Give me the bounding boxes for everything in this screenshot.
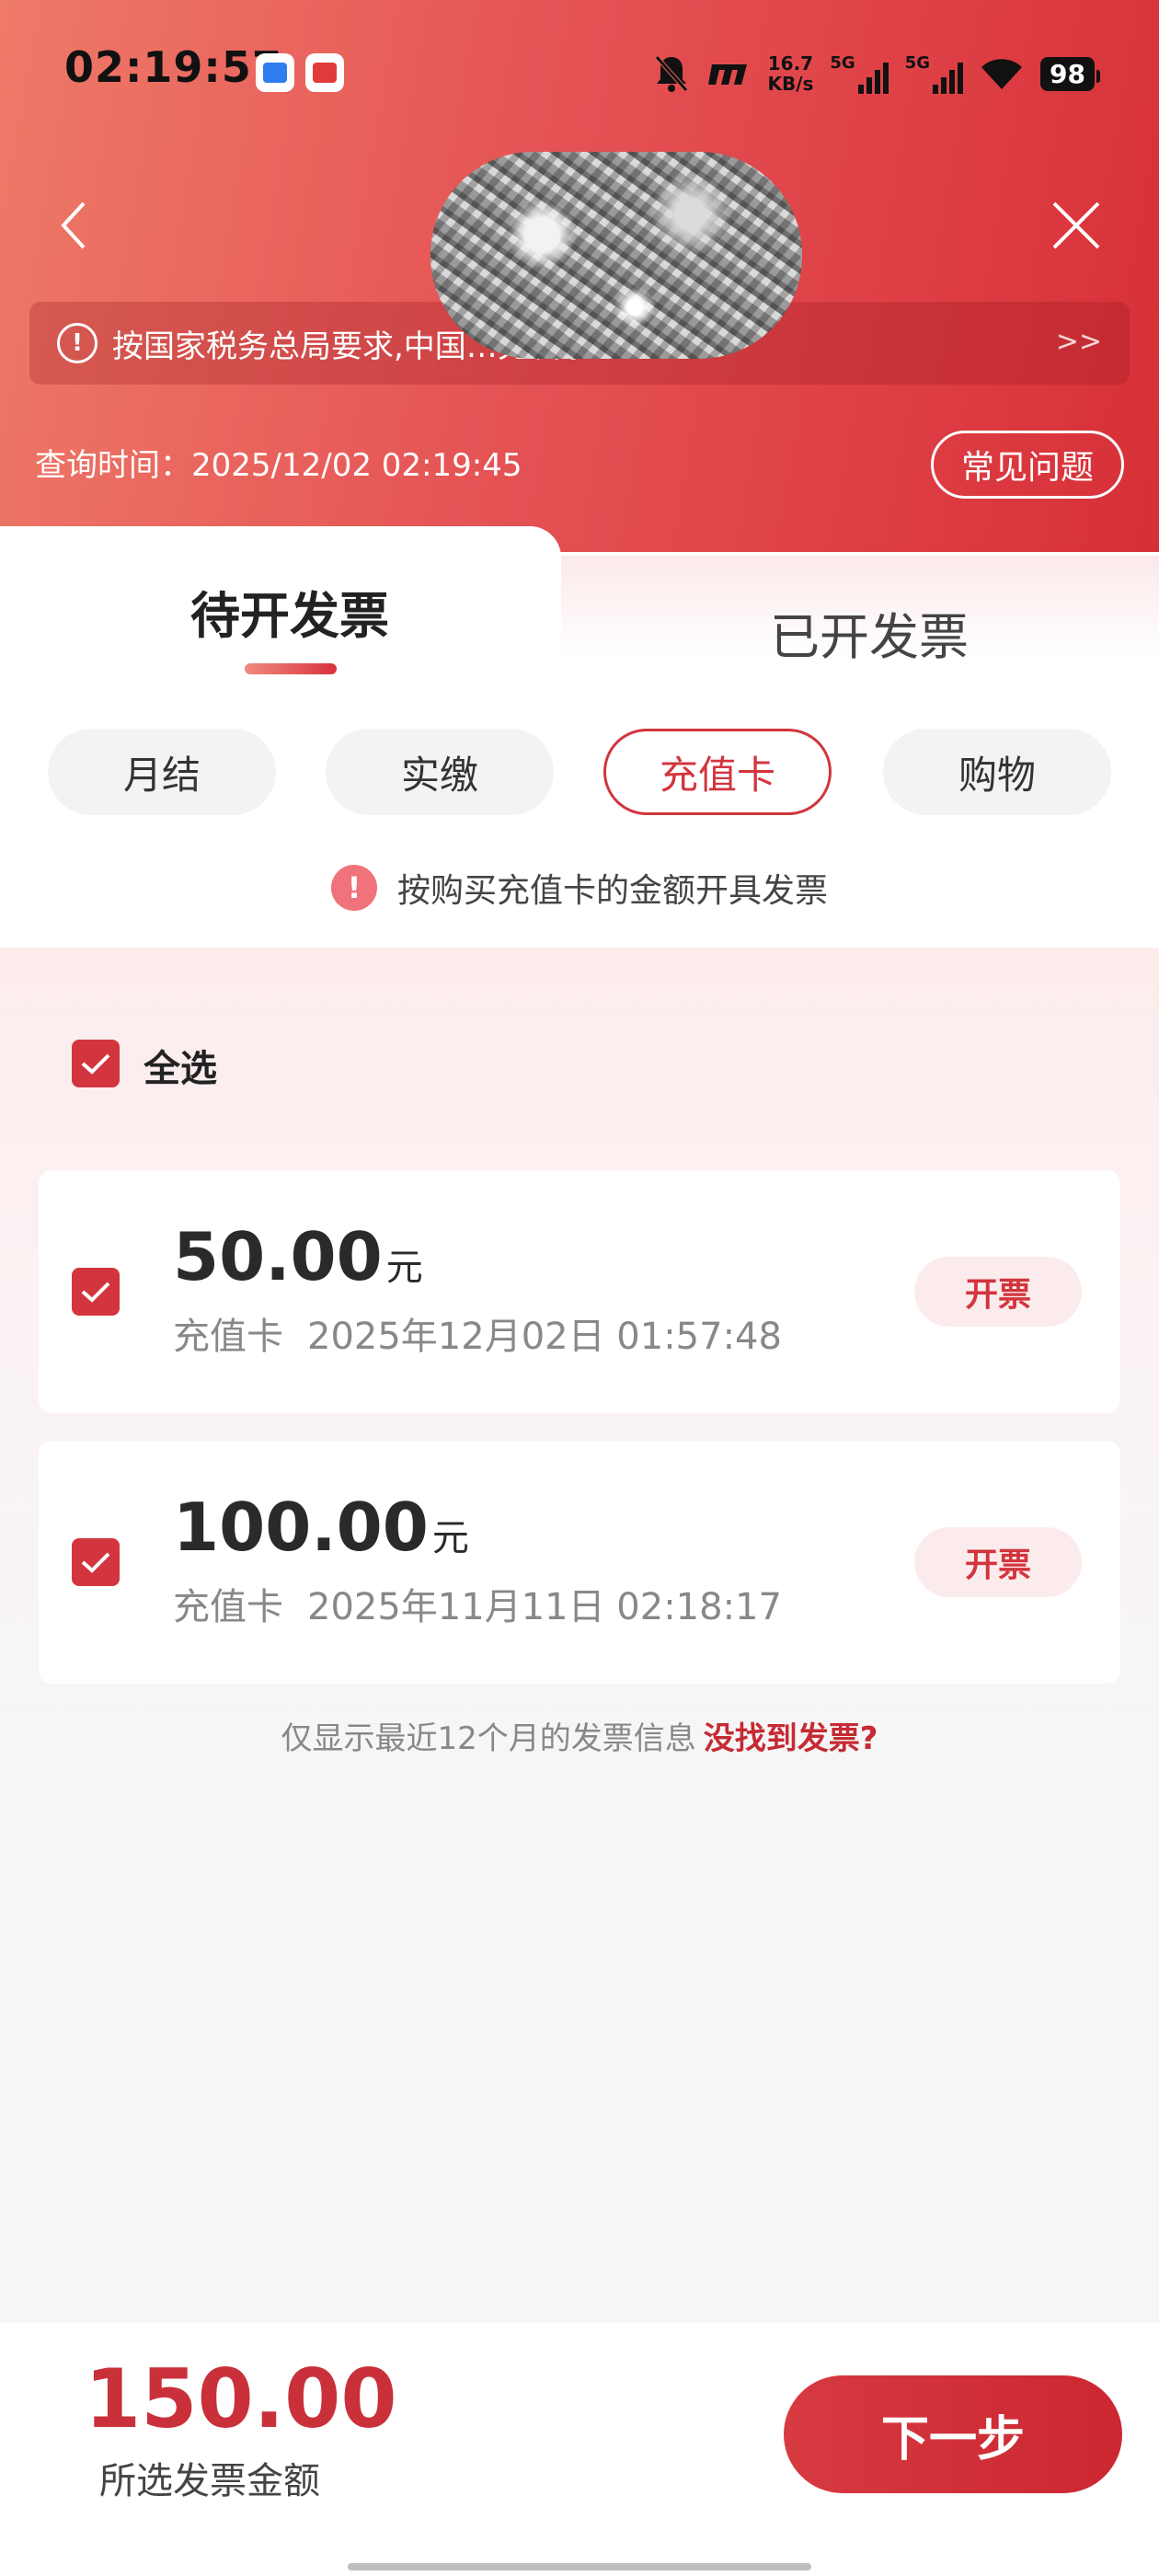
status-time: 02:19:57 [64, 42, 282, 92]
missing-invoice-link[interactable]: 没找到发票? [704, 1720, 878, 1757]
invoice-record-card[interactable]: 50.00 元 充值卡 2025年12月02日 01:57:48 开票 [39, 1170, 1120, 1413]
selected-total-label: 所选发票金额 [99, 2460, 320, 2502]
category-hint: ! 按购买充值卡的金额开具发票 [0, 860, 1159, 915]
home-indicator[interactable] [348, 2563, 811, 2570]
checkmark-icon [81, 1552, 110, 1573]
battery-indicator: 98 [1040, 56, 1100, 91]
invoice-record-card[interactable]: 100.00 元 充值卡 2025年11月11日 02:18:17 开票 [39, 1441, 1120, 1684]
checkmark-icon [81, 1282, 110, 1303]
payment-app-icon [305, 53, 344, 92]
back-button[interactable] [46, 189, 101, 262]
record-amount-unit: 元 [385, 1247, 423, 1289]
history-note-text: 仅显示最近12个月的发票信息 [281, 1720, 696, 1757]
carrier-logo-icon [708, 64, 748, 85]
signal-bars-icon [933, 63, 964, 94]
record-datetime: 2025年11月11日 02:18:17 [307, 1586, 782, 1628]
signal-2-label: 5G [904, 53, 931, 73]
query-time-value: 2025/12/02 02:19:45 [191, 447, 522, 484]
record-type: 充值卡 [173, 1586, 283, 1628]
hint-text: 按购买充值卡的金额开具发票 [396, 872, 828, 910]
mute-bell-icon [655, 55, 689, 92]
notification-app-icon [256, 53, 294, 92]
chevron-left-icon [61, 201, 86, 249]
issue-invoice-button[interactable]: 开票 [914, 1257, 1082, 1327]
record-checkbox[interactable] [72, 1538, 120, 1586]
record-meta: 充值卡 2025年11月11日 02:18:17 [173, 1577, 782, 1630]
record-amount: 50.00 元 [173, 1218, 423, 1295]
record-datetime: 2025年12月02日 01:57:48 [307, 1316, 782, 1358]
signal-1-label: 5G [830, 53, 855, 73]
status-icons: 16.7 KB/s 5G 5G 98 [653, 46, 1100, 101]
warning-circle-icon: ! [57, 323, 98, 363]
close-button[interactable] [1039, 189, 1113, 262]
exclamation-icon: ! [330, 865, 377, 911]
record-type: 充值卡 [173, 1316, 283, 1358]
checkmark-icon [81, 1053, 110, 1075]
select-all-label[interactable]: 全选 [143, 1039, 217, 1092]
history-note: 仅显示最近12个月的发票信息 没找到发票? [0, 1713, 1159, 1758]
issue-invoice-button[interactable]: 开票 [914, 1527, 1082, 1597]
chip-monthly[interactable]: 月结 [48, 729, 276, 815]
network-speed-value: 16.7 [767, 52, 814, 75]
query-time: 查询时间：2025/12/02 02:19:45 [35, 440, 522, 485]
network-speed: 16.7 KB/s [767, 53, 813, 94]
redacted-region [430, 152, 802, 359]
selected-total-amount: 150.00 [85, 2352, 397, 2446]
close-icon [1052, 201, 1100, 249]
record-amount-unit: 元 [431, 1517, 469, 1559]
record-amount-value: 100.00 [173, 1489, 429, 1566]
tab-pending-invoices[interactable]: 待开发票 [0, 575, 580, 648]
record-meta: 充值卡 2025年12月02日 01:57:48 [173, 1306, 782, 1360]
tab-issued-invoices[interactable]: 已开发票 [580, 596, 1159, 669]
next-step-button[interactable]: 下一步 [784, 2375, 1122, 2493]
signal-1: 5G [830, 53, 889, 94]
signal-2: 5G [904, 53, 964, 94]
status-bar: 02:19:57 16.7 KB/s 5G 5G 98 [0, 37, 1159, 110]
record-amount: 100.00 元 [173, 1489, 469, 1566]
chip-paid[interactable]: 实缴 [326, 729, 554, 815]
category-chips: 月结 实缴 充值卡 购物 [48, 729, 1111, 817]
chip-shopping[interactable]: 购物 [883, 729, 1111, 815]
faq-button[interactable]: 常见问题 [931, 431, 1124, 499]
chip-recharge-card[interactable]: 充值卡 [603, 729, 832, 815]
record-amount-value: 50.00 [173, 1218, 383, 1295]
wifi-icon [981, 59, 1023, 89]
query-time-label: 查询时间： [35, 447, 191, 484]
network-speed-unit: KB/s [767, 73, 814, 95]
double-chevron-right-icon: >> [1055, 326, 1102, 358]
select-all-checkbox[interactable] [72, 1040, 120, 1087]
signal-bars-icon [857, 63, 889, 94]
active-tab-indicator [245, 663, 337, 674]
record-checkbox[interactable] [72, 1268, 120, 1316]
